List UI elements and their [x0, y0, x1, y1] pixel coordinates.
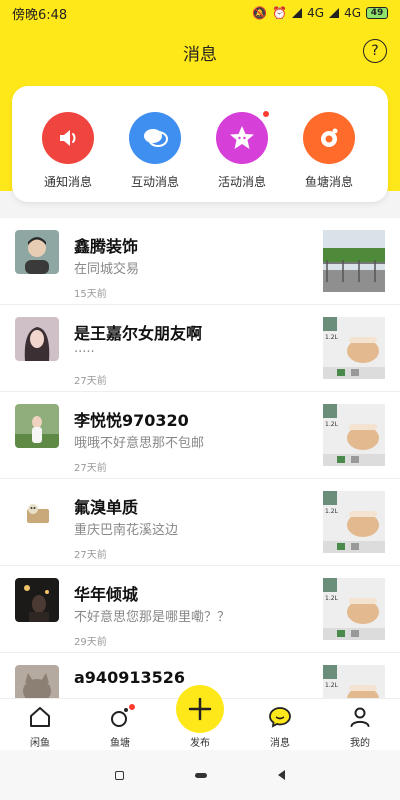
- question-circle-icon: ?: [371, 43, 379, 59]
- mute-icon: 🔕: [252, 6, 268, 20]
- message-time: 27天前: [74, 376, 107, 387]
- bottom-tab-bar: 闲鱼 鱼塘 发布 消息 我的: [0, 685, 400, 750]
- tab-label: 消息: [270, 738, 290, 749]
- avatar: [15, 578, 59, 622]
- tab-label: 发布: [190, 738, 210, 749]
- capacity-label: 1.2L: [325, 595, 339, 602]
- contact-name: 华年倾城: [74, 585, 139, 604]
- pond-badge: [128, 703, 136, 711]
- status-icons: 🔕 ⏰ 4G 4G 49: [252, 6, 388, 20]
- tab-pond[interactable]: 鱼塘: [90, 703, 150, 749]
- message-preview: 不好意思您那是哪里嘞？？: [74, 610, 231, 625]
- item-thumbnail: 1.2L: [323, 491, 385, 553]
- avatar: [15, 317, 59, 361]
- message-list: 鑫腾装饰 在同城交易 15天前 是王嘉尔女朋友啊 ····· 27天前 1.2L…: [0, 218, 400, 698]
- category-label: 鱼塘消息: [304, 175, 353, 189]
- star-face-icon: [216, 110, 270, 164]
- status-bar: 傍晚6:48 🔕 ⏰ 4G 4G 49: [0, 0, 400, 26]
- message-preview: 在同城交易: [74, 262, 140, 277]
- contact-name: 是王嘉尔女朋友啊: [74, 324, 203, 343]
- plus-icon: [188, 697, 212, 721]
- category-interaction[interactable]: 互动消息: [111, 112, 199, 190]
- capacity-label: 1.2L: [325, 508, 339, 515]
- item-thumbnail: 1.2L: [323, 317, 385, 379]
- message-preview: ·····: [74, 345, 95, 360]
- system-nav-bar: [0, 750, 400, 800]
- battery-level: 49: [370, 8, 384, 18]
- conversation-row[interactable]: 李悦悦970320 哦哦不好意思那不包邮 27天前 1.2L: [0, 392, 400, 479]
- conversation-row[interactable]: 华年倾城 不好意思您那是哪里嘞？？ 29天前 1.2L: [0, 566, 400, 653]
- signal-icon: [292, 8, 303, 18]
- signal-icon-2: [329, 8, 340, 18]
- person-icon: [350, 707, 370, 727]
- avatar: [15, 491, 59, 535]
- pond-tab-icon-wrap: [108, 703, 136, 729]
- capacity-label: 1.2L: [325, 421, 339, 428]
- conversation-row[interactable]: 是王嘉尔女朋友啊 ····· 27天前 1.2L: [0, 305, 400, 392]
- contact-name: 鑫腾装饰: [74, 237, 139, 256]
- speaker-icon: [42, 112, 94, 164]
- recents-button[interactable]: [115, 770, 125, 780]
- category-notification[interactable]: 通知消息: [24, 112, 112, 190]
- tab-messages[interactable]: 消息: [250, 705, 310, 749]
- avatar: [15, 404, 59, 448]
- network-2: 4G: [344, 6, 361, 20]
- battery-icon: 49: [366, 7, 388, 19]
- help-button[interactable]: ?: [363, 39, 387, 63]
- message-time: 29天前: [74, 637, 107, 648]
- status-time: 傍晚6:48: [12, 7, 68, 23]
- alarm-icon: ⏰: [272, 6, 288, 20]
- tab-label: 闲鱼: [30, 738, 50, 749]
- category-pond[interactable]: 鱼塘消息: [285, 112, 373, 190]
- category-label: 活动消息: [217, 175, 266, 189]
- conversation-row[interactable]: 鑫腾装饰 在同城交易 15天前: [0, 218, 400, 305]
- capacity-label: 1.2L: [325, 682, 339, 689]
- activity-badge: [262, 110, 270, 118]
- category-label: 通知消息: [43, 175, 92, 189]
- page-title: 消息: [183, 45, 217, 65]
- contact-name: 李悦悦970320: [74, 411, 189, 430]
- publish-button[interactable]: [176, 685, 224, 733]
- back-button[interactable]: [277, 770, 285, 780]
- capacity-label: 1.2L: [325, 334, 339, 341]
- contact-name: 氟溴单质: [74, 498, 139, 517]
- home-icon: [30, 707, 50, 727]
- conversation-row[interactable]: 氟溴单质 重庆巴南花溪这边 27天前 1.2L: [0, 479, 400, 566]
- home-nav-button[interactable]: [194, 772, 207, 778]
- message-preview: 哦哦不好意思那不包邮: [74, 436, 205, 451]
- tab-profile[interactable]: 我的: [330, 705, 390, 749]
- category-activity[interactable]: 活动消息: [198, 110, 286, 190]
- tab-label: 鱼塘: [110, 738, 130, 749]
- avatar: [15, 230, 59, 274]
- item-thumbnail: 1.2L: [323, 578, 385, 640]
- tab-home[interactable]: 闲鱼: [10, 705, 70, 749]
- item-thumbnail: 1.2L: [323, 665, 385, 698]
- chat-bubbles-icon: [129, 112, 181, 164]
- message-time: 15天前: [74, 289, 107, 300]
- message-time: 27天前: [74, 463, 107, 474]
- tab-label: 我的: [350, 738, 370, 749]
- message-categories: 通知消息 互动消息 活动消息 鱼塘消息: [12, 86, 388, 202]
- item-thumbnail: [323, 230, 385, 292]
- message-time: 27天前: [74, 550, 107, 561]
- avatar: [15, 665, 59, 698]
- category-label: 互动消息: [130, 175, 179, 189]
- network-1: 4G: [307, 6, 325, 20]
- item-thumbnail: 1.2L: [323, 404, 385, 466]
- message-preview: 重庆巴南花溪这边: [74, 523, 179, 538]
- pond-icon: [303, 112, 355, 164]
- message-bubble-icon: [269, 707, 291, 728]
- contact-name: a940913526: [74, 668, 185, 687]
